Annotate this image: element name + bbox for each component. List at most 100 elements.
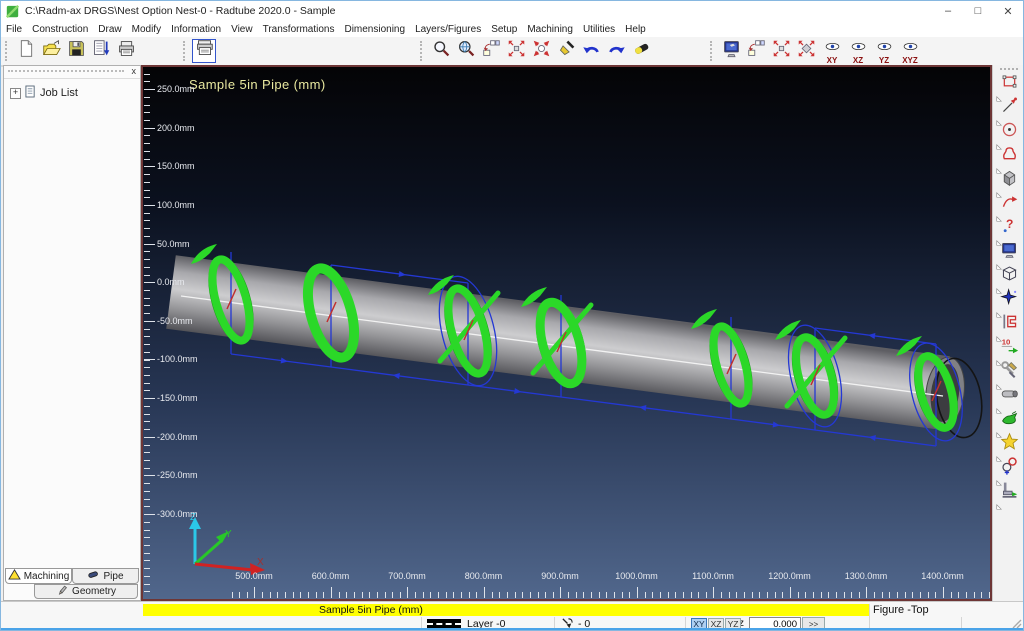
toolbar-button-swap-windows[interactable] bbox=[479, 39, 504, 63]
toolbar-button-job-list-export[interactable] bbox=[89, 39, 114, 63]
axis-triad: ZYX bbox=[189, 512, 265, 575]
menu-draw[interactable]: Draw bbox=[93, 24, 126, 35]
ruler-tick bbox=[144, 445, 150, 446]
ruler-tick bbox=[144, 151, 150, 152]
ruler-tick bbox=[331, 587, 332, 598]
toolbar-grip[interactable] bbox=[5, 41, 10, 61]
toolbar-button-swap-windows[interactable] bbox=[744, 39, 769, 63]
ruler-tick bbox=[323, 592, 324, 598]
ruler-tick bbox=[713, 587, 714, 598]
ruler-tick bbox=[553, 592, 554, 598]
maximize-button[interactable]: □ bbox=[963, 1, 993, 21]
menu-dimensioning[interactable]: Dimensioning bbox=[339, 24, 410, 35]
tab-geometry[interactable]: Geometry bbox=[34, 584, 138, 599]
tool-button-profile-shape[interactable] bbox=[995, 144, 1023, 168]
toolbar-grip[interactable] bbox=[420, 41, 425, 61]
snap-target-icon bbox=[1000, 456, 1019, 480]
tool-button-dimension-ten[interactable]: 10 bbox=[995, 336, 1023, 360]
tool-button-select-frame[interactable] bbox=[995, 72, 1023, 96]
menu-setup[interactable]: Setup bbox=[486, 24, 522, 35]
toolbar-button-zoom-diamond[interactable] bbox=[794, 39, 819, 63]
toolbar-button-zoom-extents[interactable] bbox=[769, 39, 794, 63]
tool-button-curve-arrow[interactable] bbox=[995, 192, 1023, 216]
tool-button-machine-tools[interactable] bbox=[995, 360, 1023, 384]
toolbar-button-save-floppy[interactable] bbox=[64, 39, 89, 63]
tool-button-snap-target[interactable] bbox=[995, 456, 1023, 480]
ruler-tick bbox=[144, 329, 150, 330]
toolbar-button-render-3d[interactable] bbox=[719, 39, 744, 63]
toolbar-button-undo[interactable] bbox=[579, 39, 604, 63]
tool-button-solid-cube[interactable] bbox=[995, 168, 1023, 192]
toolbar-button-view-xy[interactable]: XY bbox=[819, 39, 845, 63]
tab-machining[interactable]: Machining bbox=[5, 568, 72, 584]
toolbar-grip[interactable] bbox=[1000, 68, 1018, 70]
radtube-logo-icon bbox=[6, 5, 19, 18]
toolbar-button-zoom-extents[interactable] bbox=[504, 39, 529, 63]
menu-machining[interactable]: Machining bbox=[522, 24, 578, 35]
tree-expand-icon[interactable]: + bbox=[10, 88, 21, 99]
ruler-tick bbox=[144, 530, 150, 531]
tree-item-job-list[interactable]: + Job List bbox=[10, 85, 140, 101]
toolbar-button-print-preview[interactable] bbox=[192, 39, 216, 63]
menu-help[interactable]: Help bbox=[620, 24, 651, 35]
ruler-tick bbox=[339, 592, 340, 598]
toolbar-button-view-xyz[interactable]: XYZ bbox=[897, 39, 923, 63]
tool-button-line-point[interactable] bbox=[995, 96, 1023, 120]
toolbar-button-new-document[interactable] bbox=[14, 39, 39, 63]
panel-drag-handle[interactable] bbox=[8, 70, 124, 72]
menu-information[interactable]: Information bbox=[166, 24, 226, 35]
menu-layers-figures[interactable]: Layers/Figures bbox=[410, 24, 486, 35]
ruler-tick bbox=[836, 592, 837, 598]
menu-file[interactable]: File bbox=[1, 24, 27, 35]
toolbar-grip[interactable] bbox=[710, 41, 715, 61]
ruler-tick bbox=[144, 190, 150, 191]
ruler-tick bbox=[232, 592, 233, 598]
viewport-canvas[interactable]: ZYX bbox=[143, 67, 990, 599]
menu-utilities[interactable]: Utilities bbox=[578, 24, 620, 35]
h-ruler-label: 1100.0mm bbox=[692, 571, 734, 581]
toolbar-button-redo[interactable] bbox=[604, 39, 629, 63]
ruler-tick bbox=[144, 305, 150, 306]
toolbar-button-zoom-window[interactable] bbox=[529, 39, 554, 63]
toolbar-button-paint-brush[interactable] bbox=[554, 39, 579, 63]
ruler-tick bbox=[645, 592, 646, 598]
ruler-tick bbox=[675, 592, 676, 598]
toolbar-button-view-yz[interactable]: YZ bbox=[871, 39, 897, 63]
ruler-tick bbox=[859, 592, 860, 598]
toolbar-button-view-xz[interactable]: XZ bbox=[845, 39, 871, 63]
tool-button-part-green[interactable] bbox=[995, 408, 1023, 432]
title-bar: C:\Radm-ax DRGS\Nest Option Nest-0 - Rad… bbox=[1, 1, 1023, 22]
toolbar-button-print[interactable] bbox=[114, 39, 139, 63]
tool-button-query-point[interactable]: ? bbox=[995, 216, 1023, 240]
tool-button-render-monitor[interactable] bbox=[995, 240, 1023, 264]
tool-button-pipe-cylinder[interactable] bbox=[995, 384, 1023, 408]
menu-modify[interactable]: Modify bbox=[127, 24, 166, 35]
ruler-tick bbox=[144, 97, 150, 98]
toolbar-button-open-folder[interactable] bbox=[39, 39, 64, 63]
close-button[interactable]: ✕ bbox=[993, 1, 1023, 21]
layer-swatch[interactable] bbox=[427, 619, 461, 628]
tool-button-clamp-post[interactable] bbox=[995, 480, 1023, 504]
flyout-triangle-icon bbox=[996, 329, 1002, 335]
flyout-triangle-icon bbox=[996, 113, 1002, 119]
toolbar-button-zoom-globe[interactable] bbox=[454, 39, 479, 63]
ruler-tick bbox=[144, 522, 150, 523]
minimize-button[interactable]: – bbox=[933, 1, 963, 21]
tool-button-favorites-star[interactable] bbox=[995, 432, 1023, 456]
ruler-tick bbox=[476, 592, 477, 598]
ruler-tick bbox=[144, 359, 155, 360]
toolbar-grip[interactable] bbox=[183, 41, 188, 61]
tool-button-wireframe-box[interactable] bbox=[995, 264, 1023, 288]
tool-button-circle-center[interactable] bbox=[995, 120, 1023, 144]
tool-button-sparkle-star[interactable] bbox=[995, 288, 1023, 312]
ruler-tick bbox=[144, 421, 150, 422]
menu-transformations[interactable]: Transformations bbox=[258, 24, 340, 35]
toolbar-button-zoom-search[interactable] bbox=[429, 39, 454, 63]
tool-button-measure-bracket[interactable] bbox=[995, 312, 1023, 336]
ruler-tick bbox=[423, 592, 424, 598]
tab-pipe[interactable]: Pipe bbox=[72, 568, 139, 584]
toolbar-button-eraser[interactable] bbox=[629, 39, 654, 63]
menu-view[interactable]: View bbox=[226, 24, 258, 35]
menu-construction[interactable]: Construction bbox=[27, 24, 93, 35]
panel-close-icon[interactable]: x bbox=[132, 66, 137, 76]
